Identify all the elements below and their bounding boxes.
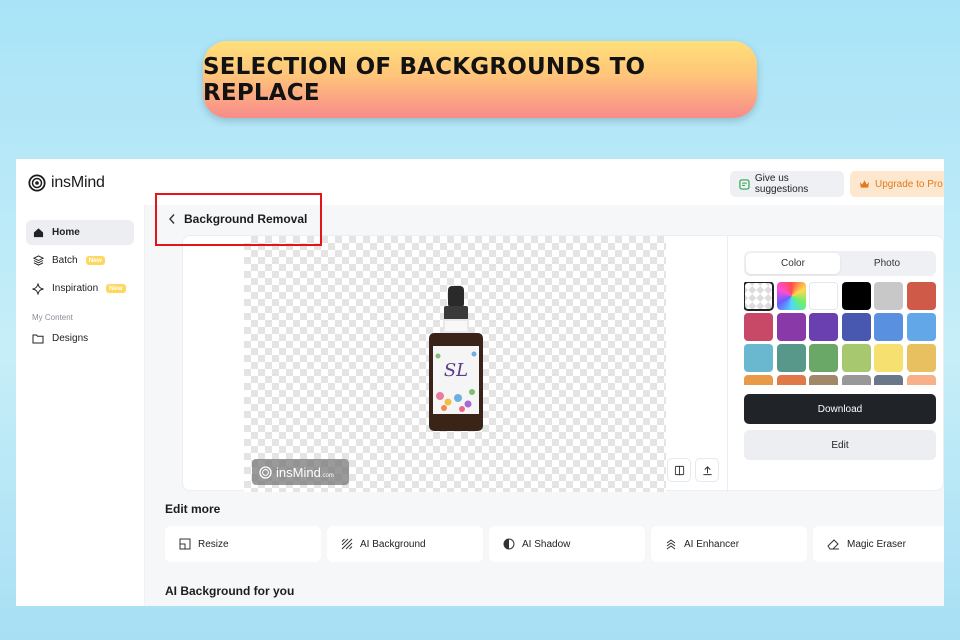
color-swatch[interactable] [874,282,903,310]
swatch-gradient[interactable] [776,282,806,310]
color-swatch[interactable] [874,375,903,385]
color-swatch[interactable] [809,313,838,341]
compare-button[interactable] [667,458,691,482]
color-swatch[interactable] [906,282,936,310]
color-swatch-grid [744,282,938,385]
resize-tool[interactable]: Resize [165,526,321,562]
color-swatch[interactable] [841,344,871,372]
sidebar-item-designs[interactable]: Designs [26,326,134,351]
tool-label: Magic Eraser [847,538,906,550]
suggestions-label: Give us suggestions [754,173,809,195]
tool-label: AI Shadow [522,538,571,550]
ai-background-heading: AI Background for you [165,584,295,598]
color-swatch[interactable] [776,344,806,372]
app-window: insMind Give us suggestions Upgrade to P… [16,159,944,606]
banner-title: SELECTION OF BACKGROUNDS TO REPLACE [203,53,646,106]
tab-color[interactable]: Color [746,253,840,274]
color-swatch[interactable] [809,344,838,372]
upload-button[interactable] [695,458,719,482]
sidebar-divider [144,205,145,606]
swatch-transparent[interactable] [744,282,774,311]
new-badge: New [106,284,126,293]
folder-icon [32,333,44,345]
color-swatch[interactable] [744,313,773,341]
eraser-icon [827,539,839,550]
download-button[interactable]: Download [744,394,936,424]
tab-photo[interactable]: Photo [840,253,934,274]
title-banner: SELECTION OF BACKGROUNDS TO REPLACE [203,41,757,118]
sidebar-item-label: Home [52,227,80,238]
color-swatch[interactable] [841,375,871,385]
edit-more-heading: Edit more [165,502,221,516]
main-area: Background Removal SL insMind.com Color … [144,205,944,606]
tool-label: Resize [198,538,229,550]
color-swatch[interactable] [776,313,806,341]
color-swatch[interactable] [744,375,773,385]
ai-shadow-tool[interactable]: AI Shadow [489,526,645,562]
back-navigation[interactable]: Background Removal [168,212,307,226]
transparent-canvas[interactable]: SL insMind.com [244,236,719,492]
upgrade-button[interactable]: Upgrade to Pro [850,171,944,197]
logo-text: insMind [51,174,105,191]
logo-icon [259,465,272,479]
color-swatch[interactable] [906,375,936,385]
tool-label: AI Background [360,538,426,550]
layers-icon [32,255,44,267]
feedback-icon [739,178,750,190]
my-content-label: My Content [32,313,73,322]
product-image: SL [429,286,483,431]
magic-eraser-tool[interactable]: Magic Eraser [813,526,944,562]
background-tabs: Color Photo [744,251,936,276]
sidebar-item-home[interactable]: Home [26,220,134,245]
chevron-left-icon [169,214,175,224]
color-swatch[interactable] [841,282,871,310]
sidebar-item-batch[interactable]: Batch New [26,248,134,273]
ai-background-icon [341,538,353,550]
color-swatch[interactable] [809,375,838,385]
compare-icon [674,465,684,475]
ai-enhancer-tool[interactable]: AI Enhancer [651,526,807,562]
app-logo[interactable]: insMind [28,174,105,192]
sidebar-item-inspiration[interactable]: Inspiration New [26,276,134,301]
page-title: Background Removal [184,212,308,226]
color-swatch[interactable] [906,344,936,372]
home-icon [32,227,44,239]
logo-icon [28,174,46,192]
watermark-suffix: .com [320,472,334,479]
color-swatch[interactable] [776,375,806,385]
crown-icon [859,180,870,188]
shadow-icon [503,538,515,550]
watermark-text: insMind [276,464,321,480]
upgrade-label: Upgrade to Pro [875,178,943,190]
suggestions-button[interactable]: Give us suggestions [730,171,844,197]
color-swatch[interactable] [906,313,936,341]
sidebar-item-label: Designs [52,333,89,344]
resize-icon [179,538,191,550]
color-swatch[interactable] [874,344,903,372]
color-swatch[interactable] [744,344,773,372]
background-panel: Color Photo Download Edit [727,236,944,492]
edit-button[interactable]: Edit [744,430,936,460]
upload-icon [702,465,712,475]
color-swatch[interactable] [874,313,903,341]
new-badge: New [85,256,105,265]
enhancer-icon [666,539,676,550]
color-swatch[interactable] [841,313,871,341]
product-label: SL [444,360,468,381]
watermark-logo: insMind.com [252,459,349,485]
ai-background-tool[interactable]: AI Background [327,526,483,562]
sidebar-item-label: Batch [52,255,78,266]
editor-card: SL insMind.com Color Photo Download Edit [182,235,944,492]
color-swatch[interactable] [809,282,838,310]
sidebar: Home Batch New Inspiration New My Conten… [16,205,144,606]
sidebar-item-label: Inspiration [52,283,99,294]
tool-label: AI Enhancer [684,538,740,550]
sparkle-icon [32,282,44,295]
